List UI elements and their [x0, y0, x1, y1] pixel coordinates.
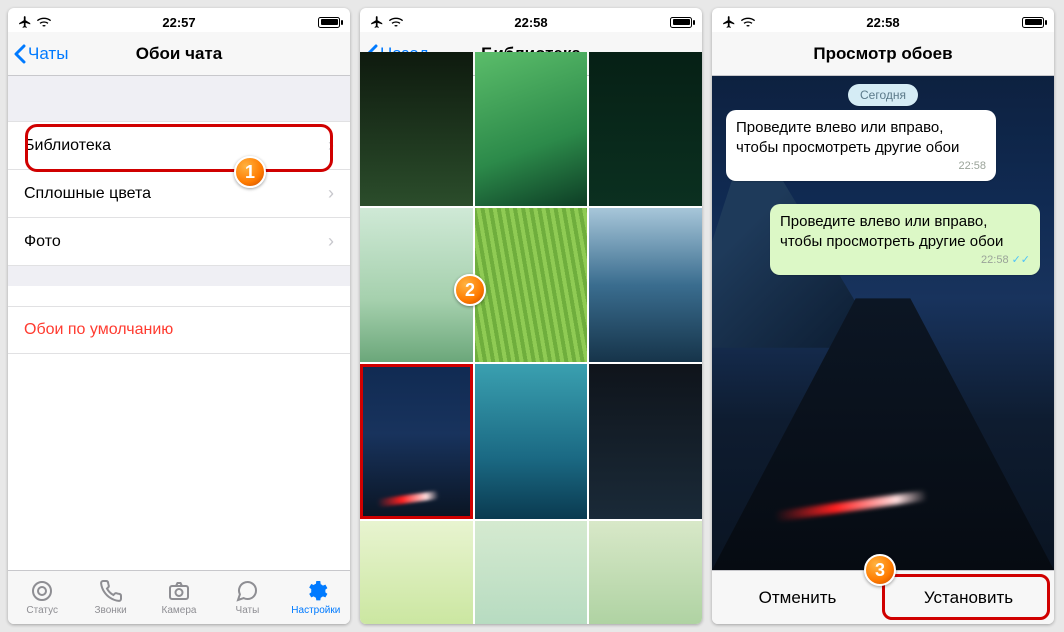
cell-label: Фото [24, 233, 61, 251]
step-badge-1: 1 [234, 156, 266, 188]
date-pill: Сегодня [848, 84, 918, 106]
wifi-icon [36, 16, 52, 28]
tab-chats[interactable]: Чаты [213, 571, 281, 624]
wallpaper-thumb[interactable] [475, 208, 588, 362]
wallpaper-thumb[interactable] [475, 521, 588, 624]
message-time: 22:58✓✓ [780, 253, 1030, 267]
option-solid-colors[interactable]: Сплошные цвета › [8, 170, 350, 218]
tab-calls[interactable]: Звонки [76, 571, 144, 624]
battery-icon [318, 17, 340, 28]
screen-wallpaper-options: 22:57 Чаты Обои чата Библиотека› Сплошны… [8, 8, 350, 624]
nav-title: Просмотр обоев [813, 44, 952, 64]
tab-status[interactable]: Статус [8, 571, 76, 624]
chevron-left-icon [14, 44, 26, 64]
cell-label: Сплошные цвета [24, 185, 151, 203]
message-outgoing: Проведите влево или вправо, чтобы просмо… [770, 204, 1040, 275]
spacer [8, 76, 350, 122]
cancel-button[interactable]: Отменить [712, 571, 883, 624]
wallpaper-thumb[interactable] [475, 364, 588, 518]
wallpaper-grid [360, 52, 702, 624]
message-text: Проведите влево или вправо, чтобы просмо… [736, 118, 986, 157]
step-badge-3: 3 [864, 554, 896, 586]
camera-icon [167, 579, 191, 603]
read-ticks-icon: ✓✓ [1012, 254, 1030, 266]
message-text: Проведите влево или вправо, чтобы просмо… [780, 212, 1030, 251]
screen-preview: 22:58 Просмотр обоев Сегодня Проведите в… [712, 8, 1054, 624]
status-bar: 22:58 [712, 8, 1054, 32]
tab-label: Звонки [94, 605, 126, 616]
step-badge-2: 2 [454, 274, 486, 306]
chats-icon [235, 579, 259, 603]
wallpaper-thumb[interactable] [589, 364, 702, 518]
airplane-icon [18, 15, 32, 29]
wifi-icon [740, 16, 756, 28]
reset-wallpaper-button[interactable]: Обои по умолчанию [8, 306, 350, 354]
wallpaper-thumb[interactable] [589, 521, 702, 624]
highlight-library [25, 124, 333, 172]
tab-label: Настройки [291, 605, 340, 616]
airplane-icon [722, 15, 736, 29]
status-bar: 22:58 [360, 8, 702, 32]
thumb-decoration [377, 491, 439, 508]
wallpaper-thumb[interactable] [360, 521, 473, 624]
wifi-icon [388, 16, 404, 28]
status-time: 22:57 [162, 15, 195, 30]
chevron-right-icon: › [328, 231, 334, 252]
phone-icon [99, 579, 123, 603]
battery-icon [1022, 17, 1044, 28]
wallpaper-thumb[interactable] [360, 52, 473, 206]
tab-label: Камера [162, 605, 197, 616]
wallpaper-thumb-selected[interactable] [360, 364, 473, 518]
tab-label: Чаты [236, 605, 260, 616]
battery-icon [670, 17, 692, 28]
status-time: 22:58 [514, 15, 547, 30]
screen-library: 22:58 Назад Библиотека 2 [360, 8, 702, 624]
message-time: 22:58 [736, 159, 986, 173]
spacer [8, 266, 350, 286]
option-photo[interactable]: Фото › [8, 218, 350, 266]
back-label: Чаты [28, 44, 68, 64]
tab-label: Статус [26, 605, 58, 616]
back-button[interactable]: Чаты [14, 44, 68, 64]
nav-bar: Чаты Обои чата [8, 32, 350, 76]
tab-camera[interactable]: Камера [145, 571, 213, 624]
gear-icon [304, 579, 328, 603]
message-incoming: Проведите влево или вправо, чтобы просмо… [726, 110, 996, 181]
tab-bar: Статус Звонки Камера Чаты Настройки [8, 570, 350, 624]
airplane-icon [370, 15, 384, 29]
wallpaper-thumb[interactable] [589, 208, 702, 362]
nav-bar: Просмотр обоев [712, 32, 1054, 76]
status-bar: 22:57 [8, 8, 350, 32]
wallpaper-thumb[interactable] [475, 52, 588, 206]
tab-settings[interactable]: Настройки [282, 571, 350, 624]
chevron-right-icon: › [328, 183, 334, 204]
highlight-install [882, 574, 1050, 620]
wallpaper-thumb[interactable] [589, 52, 702, 206]
status-time: 22:58 [866, 15, 899, 30]
nav-title: Обои чата [136, 44, 222, 64]
status-icon [30, 579, 54, 603]
